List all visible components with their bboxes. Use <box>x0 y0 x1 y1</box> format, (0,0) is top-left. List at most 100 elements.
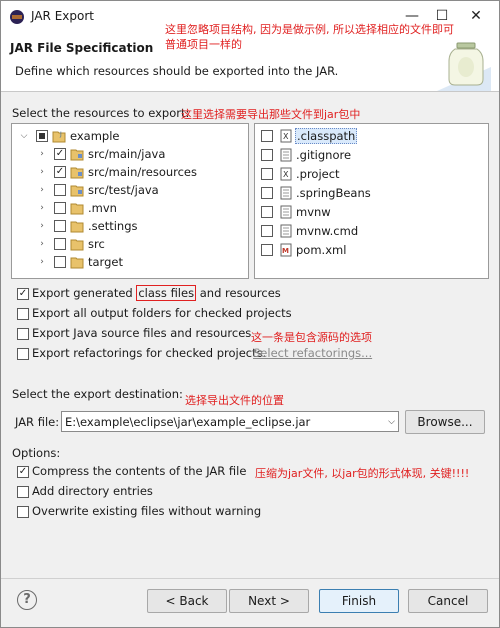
tree-checkbox[interactable]: ✓ <box>54 166 66 178</box>
jar-banner-icon <box>437 42 491 91</box>
chevron-right-icon[interactable]: › <box>36 148 48 160</box>
chevron-right-icon[interactable]: › <box>36 202 48 214</box>
file-label: pom.xml <box>296 243 347 257</box>
expand-arrow-icon[interactable]: ⌵ <box>18 130 30 142</box>
tree-item-example[interactable]: ⌵ J example <box>12 127 248 145</box>
export-class-files-checkbox[interactable]: ✓ <box>17 288 29 300</box>
tree-checkbox[interactable] <box>54 184 66 196</box>
back-button[interactable]: < Back <box>147 589 227 613</box>
file-label: mvnw <box>296 205 331 219</box>
jar-file-combo[interactable]: E:\example\eclipse\jar\example_eclipse.j… <box>61 411 399 432</box>
source-folder-icon <box>70 149 84 161</box>
close-button[interactable]: ✕ <box>459 3 493 29</box>
chevron-right-icon[interactable]: › <box>36 238 48 250</box>
chevron-down-icon[interactable]: ⌵ <box>388 417 395 427</box>
tree-item-src-test-java[interactable]: › src/test/java <box>12 181 248 199</box>
file-item-springbeans[interactable]: .springBeans <box>255 184 488 202</box>
file-icon <box>280 224 292 238</box>
footer-separator <box>1 578 499 579</box>
project-tree-panel: ⌵ J example › ✓ src/main/java › ✓ src/ma… <box>11 123 249 279</box>
annotation-source: 这一条是包含源码的选项 <box>251 331 372 344</box>
export-refactorings-checkbox[interactable] <box>17 348 29 360</box>
file-checkbox[interactable] <box>261 130 273 142</box>
export-class-files-label: Export generated class files and resourc… <box>32 285 281 301</box>
x-file-icon: X <box>280 129 292 143</box>
help-icon[interactable]: ? <box>17 590 37 610</box>
export-output-folders-option[interactable]: Export all output folders for checked pr… <box>15 305 315 323</box>
directory-entries-checkbox[interactable] <box>17 486 29 498</box>
tree-label: example <box>70 129 120 143</box>
file-item-gitignore[interactable]: .gitignore <box>255 146 488 164</box>
tree-item-settings[interactable]: › .settings <box>12 217 248 235</box>
tree-checkbox[interactable] <box>54 238 66 250</box>
select-refactorings-link[interactable]: Select refactorings... <box>253 346 372 360</box>
file-item-project[interactable]: X .project <box>255 165 488 183</box>
tree-item-target[interactable]: › target <box>12 253 248 271</box>
tree-item-src[interactable]: › src <box>12 235 248 253</box>
svg-text:M: M <box>282 247 289 255</box>
file-checkbox[interactable] <box>261 244 273 256</box>
overwrite-option[interactable]: Overwrite existing files without warning <box>15 503 275 521</box>
file-checkbox[interactable] <box>261 225 273 237</box>
svg-text:X: X <box>283 170 289 179</box>
options-label: Options: <box>12 446 61 460</box>
annotation-top: 这里忽略项目结构, 因为是做示例, 所以选择相应的文件即可 <box>165 23 454 36</box>
tree-item-src-main-java[interactable]: › ✓ src/main/java <box>12 145 248 163</box>
export-java-source-label: Export Java source files and resources <box>32 326 252 340</box>
file-label: .classpath <box>295 128 358 144</box>
cancel-button[interactable]: Cancel <box>408 589 488 613</box>
next-button[interactable]: Next > <box>229 589 309 613</box>
compress-option[interactable]: ✓ Compress the contents of the JAR file <box>15 463 247 481</box>
project-icon: J <box>52 131 66 143</box>
jar-file-path: E:\example\eclipse\jar\example_eclipse.j… <box>65 415 311 429</box>
svg-text:J: J <box>59 131 62 138</box>
export-refactorings-label: Export refactorings for checked projects… <box>32 346 267 360</box>
chevron-right-icon[interactable]: › <box>36 256 48 268</box>
export-java-source-checkbox[interactable] <box>17 328 29 340</box>
tree-checkbox[interactable] <box>54 220 66 232</box>
destination-label: Select the export destination: <box>12 387 183 401</box>
chevron-right-icon[interactable]: › <box>36 184 48 196</box>
compress-label: Compress the contents of the JAR file <box>32 464 247 478</box>
tree-label: target <box>88 255 123 269</box>
file-checkbox[interactable] <box>261 149 273 161</box>
overwrite-checkbox[interactable] <box>17 506 29 518</box>
wizard-header: JAR File Specification Define which reso… <box>1 33 499 91</box>
export-class-files-option[interactable]: ✓ Export generated class files and resou… <box>15 285 315 303</box>
chevron-right-icon[interactable]: › <box>36 166 48 178</box>
tree-label: src/main/java <box>88 147 166 161</box>
tree-item-src-main-resources[interactable]: › ✓ src/main/resources <box>12 163 248 181</box>
tree-checkbox-example[interactable] <box>36 130 48 142</box>
header-separator <box>1 91 499 92</box>
tree-checkbox[interactable]: ✓ <box>54 148 66 160</box>
compress-checkbox[interactable]: ✓ <box>17 466 29 478</box>
browse-button[interactable]: Browse... <box>405 410 485 434</box>
directory-entries-option[interactable]: Add directory entries <box>15 483 215 501</box>
page-description: Define which resources should be exporte… <box>15 64 339 78</box>
tree-label: .settings <box>88 219 138 233</box>
folder-icon <box>70 221 84 233</box>
file-checkbox[interactable] <box>261 168 273 180</box>
file-label: .project <box>296 167 340 181</box>
tree-checkbox[interactable] <box>54 256 66 268</box>
file-checkbox[interactable] <box>261 187 273 199</box>
file-item-pom[interactable]: M pom.xml <box>255 241 488 259</box>
annotation-select: 这里选择需要导出那些文件到jar包中 <box>181 108 361 121</box>
eclipse-app-icon <box>10 10 24 24</box>
tree-label: src <box>88 237 105 251</box>
finish-button[interactable]: Finish <box>319 589 399 613</box>
jar-export-dialog: JAR Export — ☐ ✕ JAR File Specification … <box>0 0 500 628</box>
tree-checkbox[interactable] <box>54 202 66 214</box>
source-folder-icon <box>70 167 84 179</box>
tree-label: src/main/resources <box>88 165 198 179</box>
file-item-mvnw[interactable]: mvnw <box>255 203 488 221</box>
tree-item-mvn[interactable]: › .mvn <box>12 199 248 217</box>
export-output-folders-checkbox[interactable] <box>17 308 29 320</box>
source-folder-icon <box>70 185 84 197</box>
file-checkbox[interactable] <box>261 206 273 218</box>
annotation-compress: 压缩为jar文件, 以jar包的形式体现, 关键!!!! <box>255 467 470 480</box>
file-item-classpath[interactable]: X .classpath <box>255 127 488 145</box>
file-item-mvnw-cmd[interactable]: mvnw.cmd <box>255 222 488 240</box>
chevron-right-icon[interactable]: › <box>36 220 48 232</box>
export-java-source-option[interactable]: Export Java source files and resources <box>15 325 251 343</box>
